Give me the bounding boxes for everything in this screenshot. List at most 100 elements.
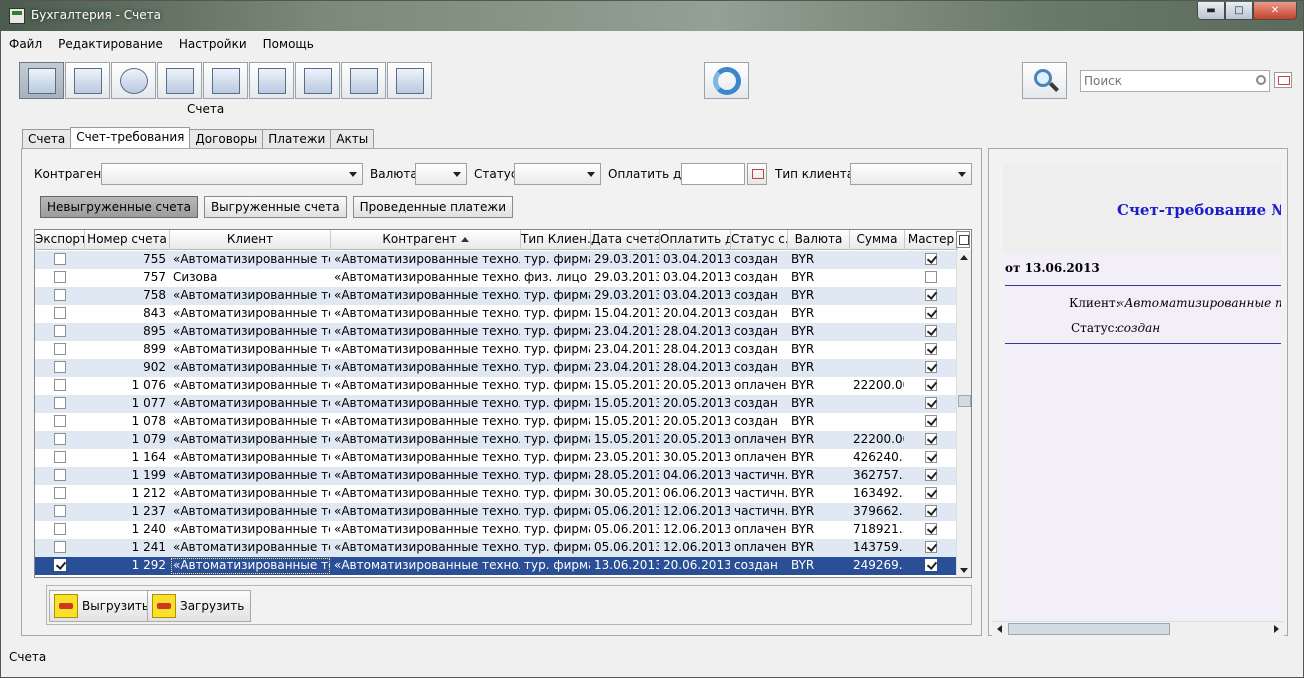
export-checkbox[interactable] <box>35 431 85 449</box>
table-row[interactable]: 1 079 «Автоматизированные тех... «Автомати… <box>35 431 958 449</box>
client-type-select[interactable] <box>850 163 972 185</box>
master-checkbox-box[interactable] <box>925 397 937 409</box>
table-row[interactable]: 1 237 «Автоматизированные тех... «Автомати… <box>35 503 958 521</box>
export-checkbox[interactable] <box>35 269 85 287</box>
table-row[interactable]: 1 164 «Автоматизированные тех... «Автомати… <box>35 449 958 467</box>
export-checkbox-box[interactable] <box>53 397 66 409</box>
menu-settings[interactable]: Настройки <box>179 37 247 55</box>
master-checkbox-box[interactable] <box>925 307 937 319</box>
tab-invoices[interactable]: Счета <box>22 129 72 149</box>
col-counterparty[interactable]: Контрагент <box>331 230 521 250</box>
master-checkbox-box[interactable] <box>925 433 937 445</box>
grid-vertical-scrollbar[interactable] <box>956 250 971 577</box>
toolbar-employee-button[interactable] <box>203 62 248 99</box>
search-button[interactable] <box>1022 62 1067 99</box>
master-checkbox[interactable] <box>905 395 958 413</box>
master-checkbox[interactable] <box>905 431 958 449</box>
import-button[interactable]: Загрузить <box>147 590 252 622</box>
master-checkbox[interactable] <box>905 377 958 395</box>
export-checkbox[interactable] <box>35 395 85 413</box>
search-calendar-button[interactable] <box>1274 72 1292 88</box>
table-row[interactable]: 899 «Автоматизированные тех... «Автоматизи… <box>35 341 958 359</box>
col-currency[interactable]: Валюта <box>788 230 850 250</box>
table-row[interactable]: 1 076 «Автоматизированные тех... «Автомати… <box>35 377 958 395</box>
master-checkbox-box[interactable] <box>925 379 937 391</box>
master-checkbox-box[interactable] <box>925 289 937 301</box>
export-checkbox[interactable] <box>35 377 85 395</box>
table-row[interactable]: 1 199 «Автоматизированные тех... «Автомати… <box>35 467 958 485</box>
export-checkbox[interactable] <box>35 467 85 485</box>
table-row[interactable]: 902 «Автоматизированные тех... «Автоматизи… <box>35 359 958 377</box>
close-button[interactable]: ✕ <box>1253 2 1297 20</box>
maximize-button[interactable]: □ <box>1225 2 1253 20</box>
export-checkbox-box[interactable] <box>53 451 66 463</box>
toolbar-calendar-button[interactable] <box>65 62 110 99</box>
scroll-up-icon[interactable] <box>957 250 971 265</box>
export-checkbox-box[interactable] <box>53 523 66 535</box>
master-checkbox[interactable] <box>905 269 958 287</box>
master-checkbox[interactable] <box>905 467 958 485</box>
table-row[interactable]: 1 292 «Автоматизированные тех...«Автомати… <box>35 557 958 575</box>
menu-help[interactable]: Помощь <box>263 37 314 55</box>
scroll-left-icon[interactable] <box>992 622 1007 637</box>
export-checkbox-box[interactable] <box>53 487 66 499</box>
master-checkbox[interactable] <box>905 287 958 305</box>
master-checkbox-box[interactable] <box>925 451 937 463</box>
master-checkbox-box[interactable] <box>925 541 937 553</box>
master-checkbox[interactable] <box>905 449 958 467</box>
master-checkbox[interactable] <box>905 359 958 377</box>
counterparty-select[interactable] <box>101 163 363 185</box>
table-row[interactable]: 895 «Автоматизированные тех... «Автоматизи… <box>35 323 958 341</box>
refresh-button[interactable] <box>704 62 749 99</box>
col-client[interactable]: Клиент <box>170 230 331 250</box>
export-checkbox[interactable] <box>35 359 85 377</box>
table-row[interactable]: 843 «Автоматизированные тех... «Автоматизи… <box>35 305 958 323</box>
export-checkbox[interactable] <box>35 251 85 269</box>
master-checkbox-box[interactable] <box>925 469 937 481</box>
col-client-type[interactable]: Тип Клиен... <box>521 230 591 250</box>
export-checkbox[interactable] <box>35 287 85 305</box>
export-checkbox[interactable] <box>35 449 85 467</box>
scroll-down-icon[interactable] <box>957 563 971 577</box>
export-checkbox-box[interactable] <box>53 379 66 391</box>
col-number[interactable]: Номер счета <box>85 230 170 250</box>
export-checkbox-box[interactable] <box>53 253 66 265</box>
export-checkbox[interactable] <box>35 413 85 431</box>
master-checkbox-box[interactable] <box>925 325 937 337</box>
table-row[interactable]: 1 240 «Автоматизированные тех... «Автомати… <box>35 521 958 539</box>
export-checkbox[interactable] <box>35 323 85 341</box>
export-checkbox[interactable] <box>35 539 85 557</box>
col-export[interactable]: Экспорт <box>35 230 85 250</box>
master-checkbox[interactable] <box>905 539 958 557</box>
table-row[interactable]: 758 «Автоматизированные тех... «Автоматизи… <box>35 287 958 305</box>
toolbar-invoice-button[interactable] <box>157 62 202 99</box>
pay-by-date-input[interactable] <box>681 163 745 185</box>
menu-edit[interactable]: Редактирование <box>58 37 163 55</box>
export-checkbox-box[interactable] <box>53 307 66 319</box>
export-checkbox-box[interactable] <box>53 361 66 373</box>
export-checkbox[interactable] <box>35 521 85 539</box>
master-checkbox-box[interactable] <box>925 415 937 427</box>
title-bar[interactable]: Бухгалтерия - Счета ▬ □ ✕ <box>1 1 1303 31</box>
master-checkbox[interactable] <box>905 323 958 341</box>
scroll-right-icon[interactable] <box>1269 622 1284 637</box>
currency-select[interactable] <box>415 163 467 185</box>
master-checkbox[interactable] <box>905 413 958 431</box>
toolbar-clock-button[interactable] <box>111 62 156 99</box>
table-row[interactable]: 755 «Автоматизированные тех... «Автоматизи… <box>35 251 958 269</box>
toolbar-notepad-button[interactable] <box>387 62 432 99</box>
export-checkbox-box[interactable] <box>53 541 66 553</box>
toolbar-archive-button[interactable] <box>341 62 386 99</box>
export-checkbox-box[interactable] <box>53 505 66 517</box>
export-checkbox-box[interactable] <box>53 343 66 355</box>
master-checkbox-box[interactable] <box>925 505 937 517</box>
exported-invoices-button[interactable]: Выгруженные счета <box>203 196 347 218</box>
export-checkbox-box[interactable] <box>53 289 66 301</box>
master-checkbox[interactable] <box>905 341 958 359</box>
master-checkbox-box[interactable] <box>925 253 937 265</box>
export-checkbox-box[interactable] <box>53 559 66 571</box>
master-checkbox-box[interactable] <box>925 361 937 373</box>
column-chooser-icon[interactable] <box>956 231 970 248</box>
master-checkbox[interactable] <box>905 503 958 521</box>
toolbar-payment-button[interactable] <box>295 62 340 99</box>
